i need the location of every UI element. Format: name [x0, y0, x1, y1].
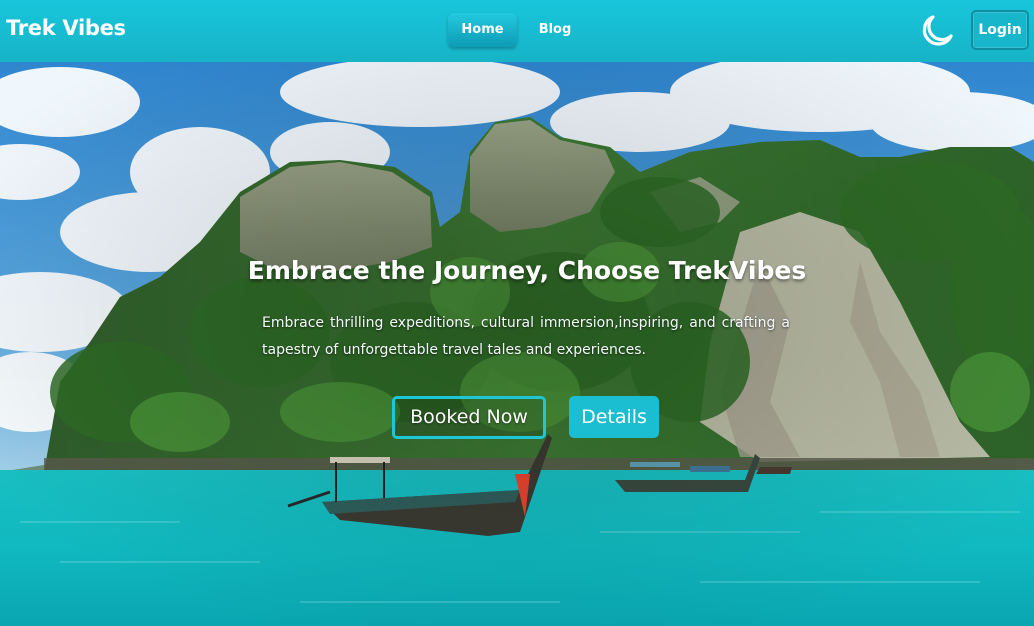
hero-section: Embrace the Journey, Choose TrekVibes Em… — [0, 62, 1034, 626]
brand-logo[interactable]: Trek Vibes — [6, 16, 126, 40]
nav-blog-link[interactable]: Blog — [530, 13, 580, 47]
moon-icon[interactable] — [918, 12, 956, 50]
login-button[interactable]: Login — [971, 10, 1029, 50]
nav-home-link[interactable]: Home — [448, 13, 517, 47]
hero-headline: Embrace the Journey, Choose TrekVibes — [247, 256, 807, 285]
hero-subtext: Embrace thrilling expeditions, cultural … — [262, 315, 790, 358]
booked-now-button[interactable]: Booked Now — [392, 396, 546, 439]
details-button[interactable]: Details — [569, 396, 659, 438]
top-navbar: Trek Vibes Home Blog Login — [0, 0, 1034, 62]
